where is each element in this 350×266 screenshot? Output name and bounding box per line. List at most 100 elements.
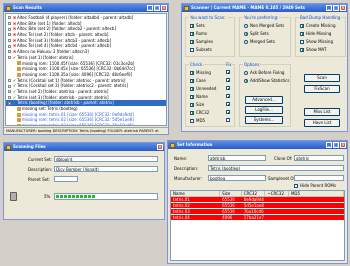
- expand-icon[interactable]: [8, 84, 11, 88]
- checkbox-indicator[interactable]: [300, 47, 304, 52]
- checkbox-ask-before-fixing[interactable]: Ask Before Fixing: [244, 70, 284, 75]
- fix-checkbox[interactable]: [226, 78, 230, 82]
- checkbox-sets[interactable]: Sets: [190, 23, 205, 28]
- fix-checkbox[interactable]: [226, 86, 230, 90]
- column-header[interactable]: Name: [171, 191, 221, 196]
- radio-indicator[interactable]: [244, 39, 248, 44]
- expand-icon[interactable]: [8, 16, 11, 20]
- checkbox-indicator[interactable]: [190, 118, 194, 123]
- checkbox-name[interactable]: Name: [190, 94, 208, 99]
- checkbox-indicator[interactable]: [300, 31, 304, 36]
- rom-row[interactable]: tetris.04 4096 17ba21e7: [171, 215, 344, 221]
- expand-icon[interactable]: [8, 78, 11, 82]
- hide-parent-roms-checkbox[interactable]: Hide Parent ROMs: [294, 183, 336, 188]
- expand-icon[interactable]: [8, 50, 11, 54]
- checkbox-md5[interactable]: MD5: [190, 118, 205, 123]
- expand-icon[interactable]: [8, 44, 11, 48]
- maximize-icon[interactable]: □: [333, 5, 339, 11]
- set-info-titlebar[interactable]: Set Information _ □ ×: [168, 141, 347, 149]
- checkbox-subsets[interactable]: Subsets: [190, 47, 212, 52]
- checkbox-add-show-statistics[interactable]: Add/Show Statistics: [244, 78, 289, 83]
- checkbox-indicator[interactable]: [226, 86, 230, 90]
- minimize-icon[interactable]: _: [326, 5, 332, 11]
- checkbox-indicator[interactable]: [226, 70, 230, 74]
- checkbox-size[interactable]: Size: [190, 102, 204, 107]
- checkbox-merged-sets[interactable]: Merged Sets: [244, 39, 275, 44]
- fix-checkbox[interactable]: [226, 110, 230, 114]
- checkbox-indicator[interactable]: [190, 47, 194, 52]
- fix-checkbox[interactable]: [226, 70, 230, 74]
- checkbox-indicator[interactable]: [190, 70, 194, 75]
- checkbox-indicator[interactable]: [190, 86, 194, 91]
- scanner-titlebar[interactable]: Scanner | Current MAME - MAME 0.105 / 29…: [182, 4, 347, 12]
- checkbox-indicator[interactable]: [226, 78, 230, 82]
- checkbox-case[interactable]: Case: [190, 78, 206, 83]
- radio-indicator[interactable]: [244, 70, 248, 75]
- radio-indicator[interactable]: [244, 23, 248, 28]
- checkbox-hide-missing[interactable]: Hide Missing: [300, 31, 331, 36]
- expand-icon[interactable]: [8, 101, 11, 105]
- miss-list-button[interactable]: Miss List: [304, 108, 340, 116]
- checkbox-indicator[interactable]: [190, 39, 194, 44]
- checkbox-indicator[interactable]: [190, 94, 194, 99]
- results-tree[interactable]: ✖ Altec Football (4 players) [folder: alt…: [5, 13, 167, 126]
- minimize-icon[interactable]: _: [147, 5, 153, 11]
- column-header[interactable]: Size: [220, 191, 242, 196]
- minimize-icon[interactable]: _: [326, 142, 332, 148]
- logfile-button[interactable]: LogFile...: [245, 106, 283, 114]
- checkbox-crc32[interactable]: CRC32: [190, 110, 209, 115]
- radio-indicator[interactable]: [244, 31, 248, 36]
- expand-icon[interactable]: [8, 39, 11, 43]
- checkbox-indicator[interactable]: [190, 23, 194, 28]
- close-icon[interactable]: ×: [340, 142, 346, 148]
- checkbox-samples[interactable]: Samples: [190, 39, 213, 44]
- maximize-icon[interactable]: □: [333, 142, 339, 148]
- close-icon[interactable]: ×: [161, 5, 167, 11]
- hide-parent-roms-box[interactable]: [294, 183, 298, 188]
- maximize-icon[interactable]: □: [154, 5, 160, 11]
- parent-set-label: Parent Set:: [28, 177, 50, 182]
- checkbox-create-missing[interactable]: Create Missing: [300, 23, 335, 28]
- checkbox-indicator[interactable]: [190, 102, 194, 107]
- checkbox-show-mat[interactable]: Show MAT: [300, 47, 326, 52]
- checkbox-indicator[interactable]: [190, 78, 194, 83]
- advanced-button[interactable]: Advanced...: [245, 96, 283, 104]
- checkbox-show-missing[interactable]: Show Missing: [300, 39, 333, 44]
- expand-icon[interactable]: [8, 95, 11, 99]
- checkbox-indicator[interactable]: [190, 110, 194, 115]
- expand-icon[interactable]: [8, 33, 11, 37]
- radio-indicator[interactable]: [244, 78, 248, 83]
- column-header[interactable]: ~CRC32: [265, 191, 289, 196]
- checkbox-indicator[interactable]: [300, 23, 304, 28]
- scan-results-titlebar[interactable]: Scan Results _ □ ×: [4, 4, 168, 12]
- fix-checkbox[interactable]: [226, 118, 230, 122]
- fix-checkbox[interactable]: [226, 102, 230, 106]
- scanning-titlebar[interactable]: Scanning Files ×: [4, 143, 164, 151]
- scan-button[interactable]: Scan: [304, 74, 340, 82]
- checkbox-indicator[interactable]: [226, 118, 230, 122]
- column-header[interactable]: CRC32: [242, 191, 266, 196]
- checkbox-unneeded[interactable]: Unneeded: [190, 86, 216, 91]
- checkbox-indicator[interactable]: [226, 102, 230, 106]
- checkbox-indicator[interactable]: [300, 39, 304, 44]
- checkbox-indicator[interactable]: [226, 94, 230, 98]
- systems-button[interactable]: Systems...: [245, 116, 283, 124]
- fixscan-button[interactable]: FixScan: [304, 85, 340, 93]
- checkbox-roms[interactable]: Roms: [190, 31, 207, 36]
- checkbox-split-sets[interactable]: Split Sets: [244, 31, 269, 36]
- expand-icon[interactable]: [8, 27, 11, 31]
- fix-checkbox[interactable]: [226, 94, 230, 98]
- column-header[interactable]: MD5: [289, 191, 344, 196]
- checkbox-indicator[interactable]: [226, 110, 230, 114]
- checkbox-non-merged-sets[interactable]: Non Merged Sets: [244, 23, 284, 28]
- have-list-button[interactable]: Have List: [304, 119, 340, 127]
- rom-list[interactable]: Name Size CRC32 ~CRC32 MD5 tetris.01 65536 0e9…: [170, 190, 345, 261]
- expand-icon[interactable]: [8, 22, 11, 26]
- checkbox-missing[interactable]: Missing: [190, 70, 211, 75]
- tree-child-row[interactable]: missing rom: tetris.03 [size: 65536] [CR…: [6, 123, 166, 125]
- checkbox-indicator[interactable]: [190, 31, 194, 36]
- expand-icon[interactable]: [8, 56, 11, 60]
- close-icon[interactable]: ×: [340, 5, 346, 11]
- expand-icon[interactable]: [8, 90, 11, 94]
- close-icon[interactable]: ×: [157, 144, 163, 150]
